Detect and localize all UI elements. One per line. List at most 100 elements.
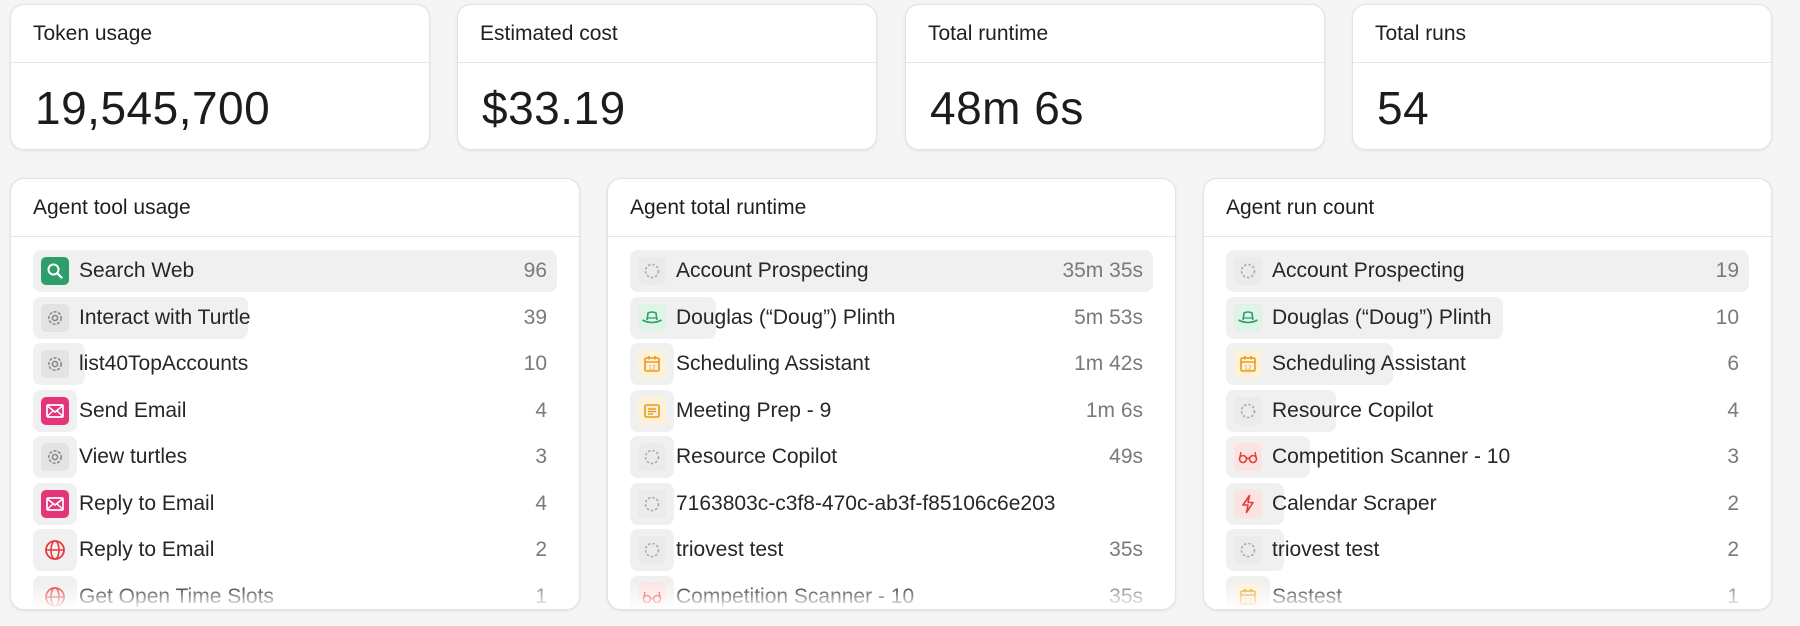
stat-value: 19,545,700: [35, 82, 271, 134]
hat-icon: [638, 303, 666, 332]
list-item[interactable]: Get Open Time Slots 1: [33, 575, 557, 609]
item-label: Resource Copilot: [1272, 398, 1434, 422]
hat-icon: [1234, 303, 1262, 332]
svg-text:12: 12: [1244, 364, 1252, 371]
list-item[interactable]: 7163803c-c3f8-470c-ab3f-f85106c6e203: [630, 482, 1153, 525]
card-title: Estimated cost: [458, 5, 876, 63]
list-item[interactable]: Douglas (“Doug”) Plinth 10: [1226, 296, 1749, 339]
item-label: Scheduling Assistant: [676, 352, 870, 375]
run-count-list[interactable]: Account Prospecting 19 Douglas (“Doug”) Pl…: [1204, 238, 1771, 609]
list-item[interactable]: Reply to Email 4: [33, 482, 557, 525]
item-label: Competition Scanner - 10: [1272, 445, 1511, 468]
tool-usage-list[interactable]: Search Web 96 Interact with Turtle 39 list40…: [11, 238, 579, 609]
globe-icon: [41, 536, 69, 564]
item-label: Douglas (“Doug”) Plinth: [1272, 305, 1492, 329]
item-label: triovest test: [676, 538, 784, 561]
list-item[interactable]: Account Prospecting 19: [1226, 250, 1749, 292]
item-label: Search Web: [79, 259, 195, 282]
stat-card-total-runtime: Total runtime 48m 6s: [905, 4, 1325, 150]
item-value: 2: [535, 538, 547, 561]
stat-value: $33.19: [482, 82, 626, 134]
item-label: Meeting Prep - 9: [676, 398, 832, 422]
list-item[interactable]: 12 Scheduling Assistant 6: [1226, 343, 1749, 385]
list-item[interactable]: Interact with Turtle 39: [33, 296, 557, 339]
bolt-icon: [1234, 489, 1262, 518]
item-value: 4: [535, 491, 547, 515]
glasses-icon: [638, 582, 666, 609]
item-label: Get Open Time Slots: [79, 584, 274, 608]
list-item[interactable]: Meeting Prep - 9 1m 6s: [630, 389, 1153, 432]
item-label: Account Prospecting: [1272, 259, 1465, 282]
item-label: triovest test: [1272, 538, 1380, 561]
card-title: Agent tool usage: [11, 179, 579, 237]
item-value: 5m 53s: [1074, 305, 1143, 329]
list-item[interactable]: triovest test 35s: [630, 529, 1153, 571]
item-value: 10: [1715, 305, 1739, 329]
item-label: Douglas (“Doug”) Plinth: [676, 305, 896, 329]
item-value: 1: [1727, 584, 1739, 608]
agent-icon: [638, 536, 666, 564]
item-label: Scheduling Assistant: [1272, 352, 1466, 375]
item-value: 35s: [1109, 584, 1143, 608]
agent-icon: [1234, 536, 1262, 564]
list-item[interactable]: Resource Copilot 49s: [630, 436, 1153, 478]
list-item[interactable]: Competition Scanner - 10 3: [1226, 436, 1749, 478]
card-title: Total runtime: [906, 5, 1324, 63]
svg-text:12: 12: [648, 364, 656, 371]
item-value: 4: [1727, 398, 1739, 422]
calendar-icon: 12: [638, 350, 666, 378]
item-label: View turtles: [79, 445, 188, 468]
agent-tool-usage-card: Agent tool usage Search Web 96 Interact wi…: [10, 178, 580, 610]
list-item[interactable]: Resource Copilot 4: [1226, 389, 1749, 432]
agent-icon: [638, 443, 666, 471]
stat-card-estimated-cost: Estimated cost $33.19: [457, 4, 877, 150]
calendar-icon: 12: [1234, 582, 1262, 609]
item-label: Interact with Turtle: [79, 305, 251, 329]
list-item[interactable]: Send Email 4: [33, 389, 557, 432]
item-value: 35m 35s: [1062, 259, 1143, 282]
list-item[interactable]: 12 Sastest 1: [1226, 575, 1749, 609]
card-title: Token usage: [11, 5, 429, 63]
item-value: 10: [523, 352, 547, 375]
item-value: 1: [535, 584, 547, 608]
list-item[interactable]: Reply to Email 2: [33, 529, 557, 571]
total-runtime-list[interactable]: Account Prospecting 35m 35s Douglas (“Doug…: [608, 238, 1175, 609]
list-item[interactable]: Search Web 96: [33, 250, 557, 292]
item-label: Account Prospecting: [676, 259, 869, 282]
item-label: Sastest: [1272, 584, 1343, 608]
list-item[interactable]: triovest test 2: [1226, 529, 1749, 571]
svg-text:12: 12: [1244, 597, 1252, 604]
agent-run-count-card: Agent run count Account Prospecting 19 Dou…: [1203, 178, 1772, 610]
agent-icon: [1234, 396, 1262, 425]
list-item[interactable]: View turtles 3: [33, 436, 557, 478]
item-value: 3: [1727, 445, 1739, 468]
item-label: Reply to Email: [79, 491, 215, 515]
list-item[interactable]: Calendar Scraper 2: [1226, 482, 1749, 525]
list-item[interactable]: 12 Scheduling Assistant 1m 42s: [630, 343, 1153, 385]
agent-icon: [638, 257, 666, 285]
mail-icon: [41, 396, 69, 425]
item-value: 96: [523, 259, 547, 282]
newspaper-icon: [638, 396, 666, 425]
card-title: Agent run count: [1204, 179, 1771, 237]
stat-value: 54: [1377, 82, 1430, 134]
item-value: 2: [1727, 491, 1739, 515]
mail-icon: [41, 489, 69, 518]
item-value: 35s: [1109, 538, 1143, 561]
glasses-icon: [1234, 443, 1262, 471]
gear-icon: [41, 350, 69, 378]
item-label: Send Email: [79, 398, 187, 422]
search-icon: [41, 257, 69, 285]
item-value: 3: [535, 445, 547, 468]
list-item[interactable]: Competition Scanner - 10 35s: [630, 575, 1153, 609]
list-item[interactable]: Account Prospecting 35m 35s: [630, 250, 1153, 292]
agent-icon: [638, 489, 666, 518]
agent-icon: [1234, 257, 1262, 285]
item-value: 39: [523, 305, 547, 329]
list-item[interactable]: list40TopAccounts 10: [33, 343, 557, 385]
item-label: list40TopAccounts: [79, 352, 249, 375]
agent-total-runtime-card: Agent total runtime Account Prospecting 3…: [607, 178, 1176, 610]
stat-card-total-runs: Total runs 54: [1352, 4, 1772, 150]
list-item[interactable]: Douglas (“Doug”) Plinth 5m 53s: [630, 296, 1153, 339]
item-value: 1m 42s: [1074, 352, 1143, 375]
